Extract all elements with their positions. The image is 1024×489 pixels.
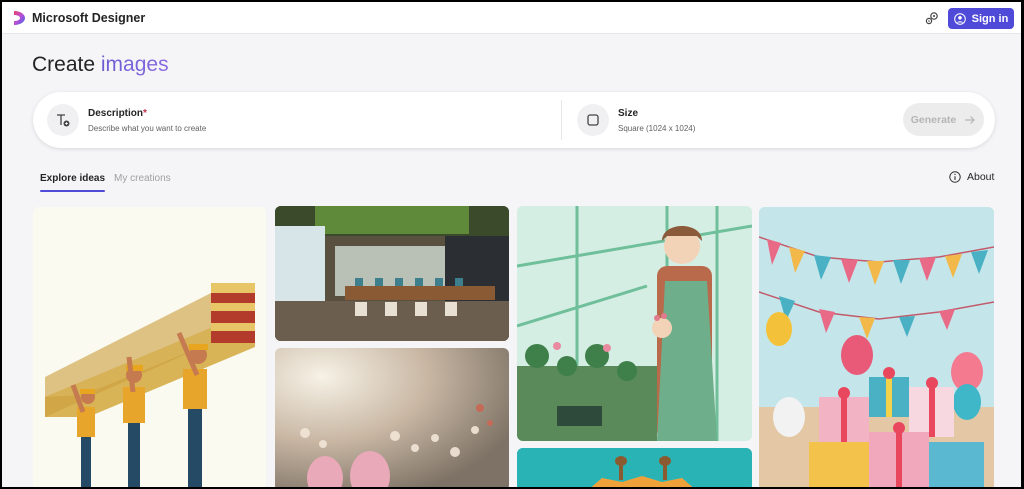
- gallery-image-giraffe[interactable]: [517, 448, 752, 487]
- sign-in-label: Sign in: [971, 12, 1009, 25]
- app-window: Microsoft Designer Sign in Create images: [2, 2, 1021, 487]
- about-label: About: [967, 171, 995, 183]
- size-title[interactable]: Size: [618, 108, 638, 119]
- required-marker: *: [143, 108, 147, 119]
- size-value[interactable]: Square (1024 x 1024): [618, 124, 695, 133]
- description-field-icon[interactable]: [47, 104, 79, 136]
- gallery-image-workers-carrying-lumber[interactable]: [33, 207, 266, 487]
- description-title[interactable]: Description*: [88, 108, 147, 119]
- settings-icon[interactable]: [924, 10, 940, 26]
- page-title-prefix: Create: [32, 53, 96, 76]
- sign-in-button[interactable]: Sign in: [948, 8, 1014, 29]
- generate-button[interactable]: Generate: [903, 103, 984, 136]
- gallery-image-flowers-closeup[interactable]: [275, 348, 509, 487]
- info-icon: [949, 171, 961, 183]
- size-field-icon[interactable]: [577, 104, 609, 136]
- gallery-image-greenhouse-gardener[interactable]: [517, 206, 752, 441]
- designer-logo-icon[interactable]: [12, 10, 26, 26]
- square-icon: [587, 114, 599, 126]
- gallery-image-modern-office[interactable]: [275, 206, 509, 341]
- description-title-text: Description: [88, 108, 144, 119]
- page-title-accent: images: [100, 53, 169, 76]
- text-edit-icon: [57, 114, 70, 127]
- top-bar: Microsoft Designer Sign in: [2, 2, 1021, 34]
- field-divider: [561, 100, 562, 140]
- generate-label: Generate: [910, 113, 957, 126]
- arrow-right-icon: [965, 115, 976, 124]
- description-input[interactable]: Describe what you want to create: [88, 124, 206, 133]
- prompt-bar: Description* Describe what you want to c…: [33, 92, 995, 148]
- about-link[interactable]: About: [949, 171, 994, 183]
- brand-name: Microsoft Designer: [32, 11, 146, 25]
- tab-my-creations[interactable]: My creations: [114, 173, 171, 184]
- page-title: Create images: [32, 53, 169, 77]
- gallery-image-party-gifts[interactable]: [759, 207, 994, 487]
- user-icon: [953, 12, 966, 25]
- tab-explore-ideas[interactable]: Explore ideas: [40, 173, 106, 192]
